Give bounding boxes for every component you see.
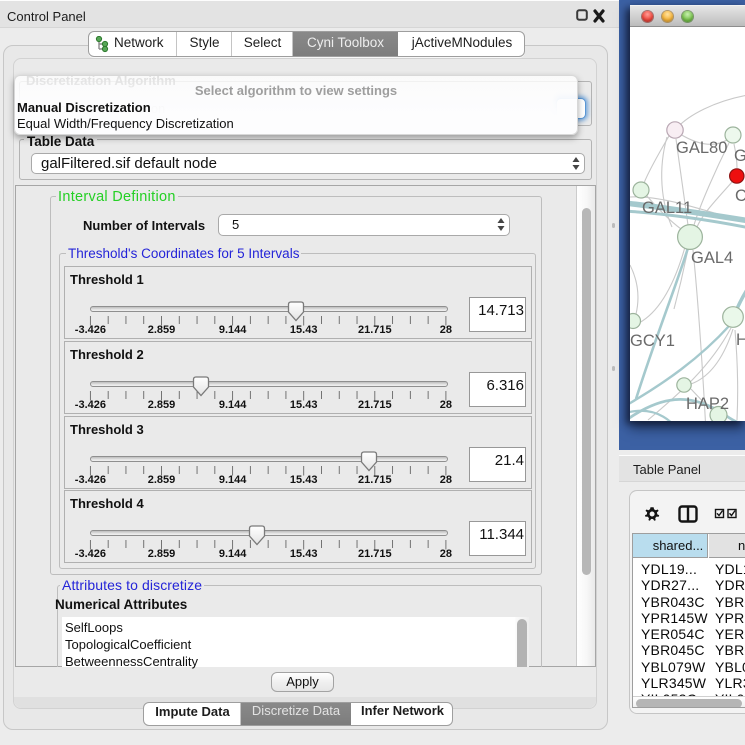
svg-text:GCY1: GCY1 bbox=[630, 332, 675, 350]
svg-text:H: H bbox=[736, 331, 745, 349]
svg-text:GA: GA bbox=[734, 147, 745, 165]
svg-text:GAL80: GAL80 bbox=[676, 139, 727, 157]
svg-text:GAL4: GAL4 bbox=[691, 249, 733, 267]
svg-text:C: C bbox=[735, 187, 745, 205]
svg-text:HAP2: HAP2 bbox=[686, 395, 729, 413]
svg-text:GAL11: GAL11 bbox=[642, 199, 692, 217]
